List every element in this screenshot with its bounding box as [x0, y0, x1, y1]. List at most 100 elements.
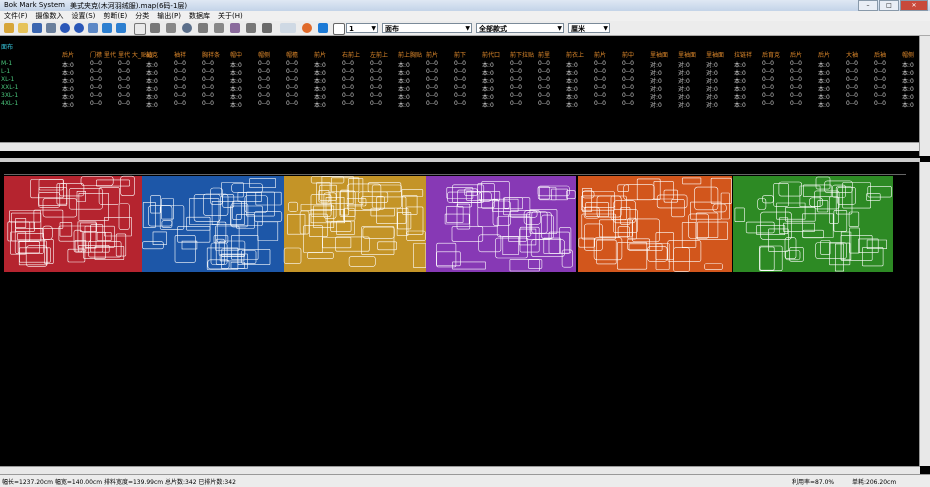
fold-icon[interactable]: [166, 23, 176, 33]
grid-cell[interactable]: 对:0: [678, 100, 690, 109]
grid-cell[interactable]: 0--0: [454, 76, 466, 83]
grid-cell[interactable]: 0--0: [874, 92, 886, 99]
menu-file[interactable]: 文件(F): [4, 11, 28, 21]
grid-cell[interactable]: 0--0: [762, 60, 774, 67]
grid-cell[interactable]: 0--0: [790, 84, 802, 91]
column-header[interactable]: 前片: [314, 50, 326, 59]
rotate-icon[interactable]: [182, 23, 192, 33]
grid-cell[interactable]: 本:0: [734, 100, 746, 109]
grid-cell[interactable]: 0--0: [510, 76, 522, 83]
grid-cell[interactable]: 0--0: [202, 84, 214, 91]
grid-cell[interactable]: 0--0: [174, 76, 186, 83]
grid-cell[interactable]: 0--0: [370, 84, 382, 91]
style-select[interactable]: 全部款式 ▼: [476, 23, 564, 33]
grid-cell[interactable]: 0--0: [370, 68, 382, 75]
help-icon[interactable]: [333, 23, 345, 35]
grid-cell[interactable]: 0--0: [118, 68, 130, 75]
layout-icon[interactable]: [150, 23, 160, 33]
menu-classify[interactable]: 分类: [135, 11, 149, 21]
column-header[interactable]: 里袖面: [650, 50, 668, 59]
menu-camera-input[interactable]: 摄像数入: [36, 11, 64, 21]
xml-export-icon[interactable]: [280, 23, 296, 33]
grid-cell[interactable]: 0--0: [174, 92, 186, 99]
grid-cell[interactable]: 0--0: [538, 60, 550, 67]
grid-cell[interactable]: 0--0: [846, 76, 858, 83]
grid-cell[interactable]: 0--0: [790, 92, 802, 99]
row-size-label[interactable]: XL-1: [1, 76, 14, 83]
undo-icon[interactable]: [60, 23, 70, 33]
grid-cell[interactable]: 0--0: [846, 100, 858, 107]
grid-cell[interactable]: 0--0: [510, 60, 522, 67]
grid-cell[interactable]: 0--0: [594, 68, 606, 75]
grid-cell[interactable]: 本:0: [398, 100, 410, 109]
menu-about[interactable]: 关于(H): [218, 11, 243, 21]
column-header[interactable]: 前代口: [482, 50, 500, 59]
grid-cell[interactable]: 0--0: [538, 92, 550, 99]
grid-cell[interactable]: 0--0: [426, 68, 438, 75]
grid-cell[interactable]: 0--0: [426, 84, 438, 91]
grid-cell[interactable]: 0--0: [258, 84, 270, 91]
grid-cell[interactable]: 0--0: [454, 92, 466, 99]
grid-cell[interactable]: 0--0: [454, 100, 466, 107]
arrow-left-icon[interactable]: [116, 23, 126, 33]
grid-cell[interactable]: 0--0: [202, 100, 214, 107]
cut-icon[interactable]: [230, 23, 240, 33]
grid-cell[interactable]: 0--0: [594, 60, 606, 67]
grid-cell[interactable]: 0--0: [874, 100, 886, 107]
canvas-vertical-scrollbar[interactable]: [919, 162, 930, 466]
column-header[interactable]: 帽侧: [258, 50, 270, 59]
column-header[interactable]: 袖袢: [174, 50, 186, 59]
grid-cell[interactable]: 本:0: [62, 100, 74, 109]
grid-cell[interactable]: 0--0: [258, 100, 270, 107]
row-size-label[interactable]: M-1: [1, 60, 12, 67]
grid-cell[interactable]: 本:0: [566, 100, 578, 109]
grid-cell[interactable]: 本:0: [818, 100, 830, 109]
grid-cell[interactable]: 0--0: [454, 68, 466, 75]
grid-vertical-scrollbar[interactable]: [919, 36, 930, 156]
column-header[interactable]: 右前上: [342, 50, 360, 59]
grid-cell[interactable]: 0--0: [202, 60, 214, 67]
print-icon[interactable]: [46, 23, 56, 33]
grid-cell[interactable]: 0--0: [762, 100, 774, 107]
grid-cell[interactable]: 0--0: [622, 76, 634, 83]
column-header[interactable]: 大袖: [846, 50, 858, 59]
grid-cell[interactable]: 0--0: [118, 92, 130, 99]
grid-cell[interactable]: 0--0: [426, 92, 438, 99]
grid-cell[interactable]: 0--0: [342, 100, 354, 107]
column-header[interactable]: 前上胸贴: [398, 50, 422, 59]
row-size-label[interactable]: 3XL-1: [1, 92, 18, 99]
grid-cell[interactable]: 0--0: [846, 92, 858, 99]
grid-cell[interactable]: 本:0: [230, 100, 242, 109]
grid-cell[interactable]: 0--0: [202, 68, 214, 75]
grid-cell[interactable]: 0--0: [426, 60, 438, 67]
grid-cell[interactable]: 0--0: [258, 76, 270, 83]
column-header[interactable]: 前中: [622, 50, 634, 59]
column-header[interactable]: 帽侧: [902, 50, 914, 59]
grid-cell[interactable]: 0--0: [342, 84, 354, 91]
arrow-down-icon[interactable]: [102, 23, 112, 33]
grid-cell[interactable]: 0--0: [762, 92, 774, 99]
column-header[interactable]: 帽檐: [286, 50, 298, 59]
grid-cell[interactable]: 0--0: [594, 84, 606, 91]
grid-cell[interactable]: 0--0: [762, 84, 774, 91]
grid-cell[interactable]: 0--0: [202, 92, 214, 99]
grid-cell[interactable]: 0--0: [286, 84, 298, 91]
grid-cell[interactable]: 0--0: [538, 68, 550, 75]
grid-cell[interactable]: 0--0: [846, 60, 858, 67]
grid-cell[interactable]: 对:0: [706, 100, 718, 109]
grid-horizontal-scrollbar[interactable]: [0, 142, 920, 151]
grid-cell[interactable]: 0--0: [594, 100, 606, 107]
grid-cell[interactable]: 0--0: [510, 68, 522, 75]
grid-cell[interactable]: 0--0: [426, 76, 438, 83]
grid-cell[interactable]: 0--0: [258, 60, 270, 67]
column-header[interactable]: 后片: [62, 50, 74, 59]
grid-cell[interactable]: 0--0: [538, 76, 550, 83]
column-header[interactable]: 前里: [538, 50, 550, 59]
column-header[interactable]: 前下拉贴: [510, 50, 534, 59]
tool-icon[interactable]: [262, 23, 272, 33]
grid-cell[interactable]: 0--0: [370, 100, 382, 107]
grid-cell[interactable]: 0--0: [594, 92, 606, 99]
grid-cell[interactable]: 0--0: [174, 84, 186, 91]
grid-cell[interactable]: 0--0: [370, 76, 382, 83]
column-header[interactable]: 前衣上: [566, 50, 584, 59]
